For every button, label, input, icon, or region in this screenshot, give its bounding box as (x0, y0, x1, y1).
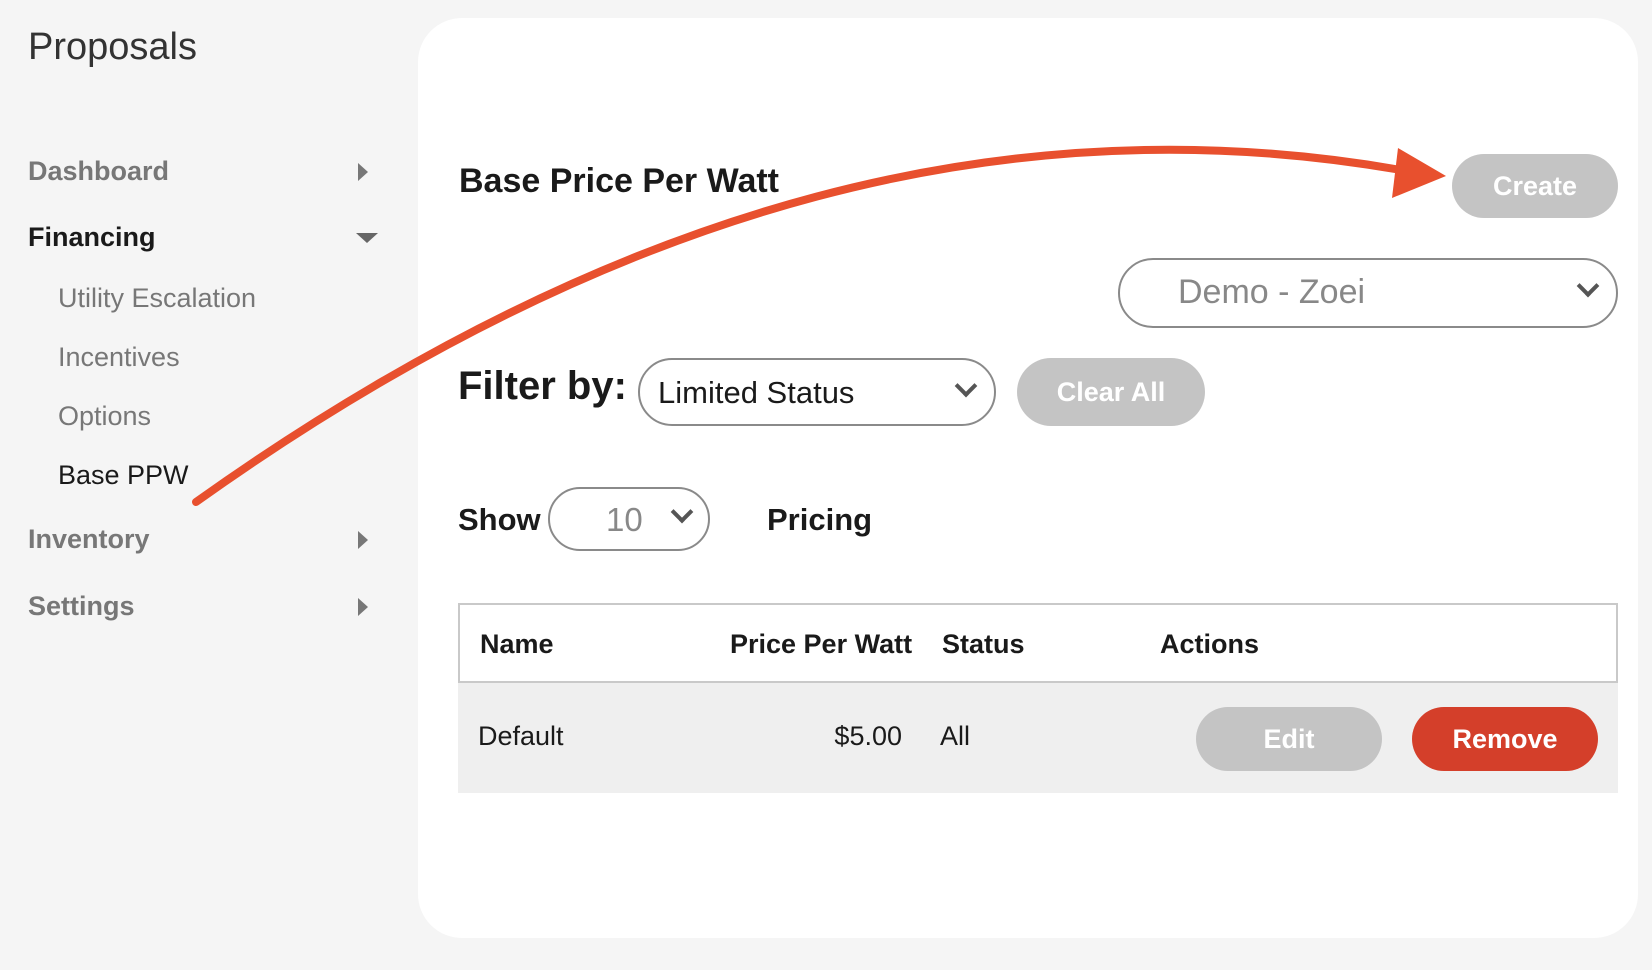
sidebar-item-label: Inventory (28, 524, 150, 554)
page-size-value: 10 (606, 501, 643, 538)
column-header-actions: Actions (1160, 629, 1260, 659)
chevron-down-icon (670, 500, 694, 524)
column-header-status: Status (942, 629, 1025, 659)
sidebar-item-label: Settings (28, 591, 135, 621)
edit-button[interactable]: Edit (1196, 707, 1382, 771)
cell-name: Default (478, 721, 564, 751)
cell-price-per-watt: $5.00 (834, 721, 902, 751)
account-select-value: Demo - Zoei (1178, 273, 1366, 311)
chevron-right-icon (358, 597, 368, 616)
sidebar-item-label: Financing (28, 222, 156, 252)
column-header-price-per-watt: Price Per Watt (730, 629, 913, 659)
chevron-down-icon (954, 374, 978, 398)
create-button[interactable]: Create (1452, 154, 1618, 218)
show-label: Show (458, 502, 541, 537)
sidebar-subitem-incentives[interactable]: Incentives (58, 342, 180, 373)
sidebar-item-financing[interactable]: Financing (28, 222, 378, 253)
remove-button[interactable]: Remove (1412, 707, 1598, 771)
account-select[interactable]: Demo - Zoei (1118, 258, 1618, 328)
status-filter-select[interactable]: Limited Status (638, 358, 996, 426)
sidebar-subitem-options[interactable]: Options (58, 401, 151, 432)
chevron-down-icon (1576, 274, 1600, 298)
app-title: Proposals (28, 26, 197, 68)
sidebar-item-settings[interactable]: Settings (28, 591, 378, 622)
page-size-select[interactable]: 10 (548, 487, 710, 551)
column-header-name: Name (480, 629, 554, 659)
pricing-label: Pricing (767, 502, 873, 537)
sidebar-subitem-utility-escalation[interactable]: Utility Escalation (58, 283, 256, 314)
filter-label: Filter by: (458, 364, 627, 408)
page-title: Base Price Per Watt (459, 162, 779, 200)
status-filter-value: Limited Status (658, 375, 855, 410)
table-header: Name Price Per Watt Status Actions (458, 603, 1618, 683)
sidebar-item-dashboard[interactable]: Dashboard (28, 156, 378, 187)
sidebar-subitem-base-ppw[interactable]: Base PPW (58, 460, 189, 491)
sidebar-item-label: Dashboard (28, 156, 170, 186)
table-row: Default $5.00 All Edit Remove (458, 683, 1618, 793)
chevron-right-icon (358, 162, 368, 181)
clear-all-button[interactable]: Clear All (1017, 358, 1205, 426)
chevron-down-icon (356, 232, 378, 243)
cell-status: All (940, 721, 971, 751)
main-card (418, 18, 1638, 938)
pricing-table: Name Price Per Watt Status Actions Defau… (458, 603, 1618, 793)
chevron-right-icon (358, 530, 368, 549)
sidebar-item-inventory[interactable]: Inventory (28, 524, 378, 555)
